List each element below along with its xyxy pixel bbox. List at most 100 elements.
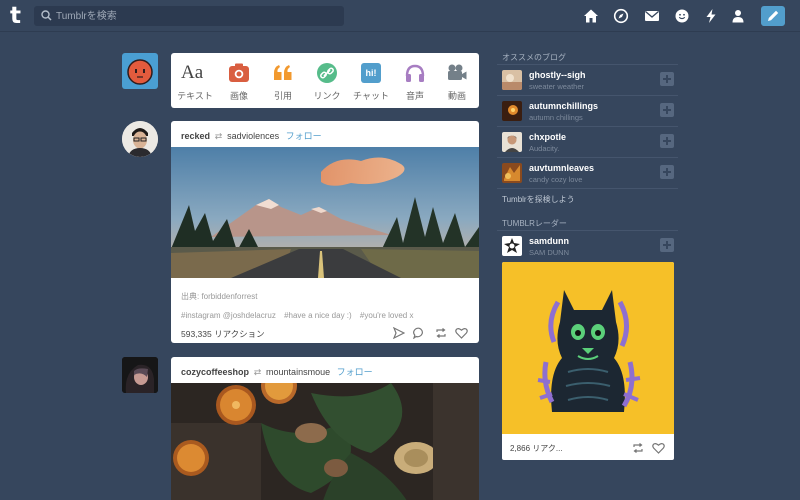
compose-button[interactable] <box>761 6 785 26</box>
composer-label-link: リンク <box>313 91 341 101</box>
chat-icon: hi! <box>361 63 381 83</box>
link-icon <box>317 63 337 83</box>
like-heart-icon[interactable] <box>455 327 468 339</box>
follow-plus-button[interactable] <box>660 72 674 86</box>
recommended-blogs-heading: オススメのブログ <box>502 53 566 62</box>
divider <box>497 188 678 189</box>
headphones-icon <box>405 64 425 82</box>
post-tag[interactable]: #you're loved x <box>360 311 414 320</box>
camera-icon <box>229 63 249 82</box>
blog-name[interactable]: auvtumnleaves <box>529 163 594 173</box>
recommended-blog-row[interactable]: autumnchillings autumn chillings <box>502 96 678 126</box>
composer-label-video: 動画 <box>447 91 466 101</box>
blog-name[interactable]: ghostly--sigh <box>529 70 586 80</box>
search-icon <box>41 10 52 21</box>
composer-label-chat: チャット <box>353 91 389 101</box>
pencil-icon <box>768 10 779 21</box>
blog-avatar <box>502 236 522 256</box>
follow-plus-button[interactable] <box>660 238 674 252</box>
blog-title: SAM DUNN <box>529 248 570 257</box>
blog-name[interactable]: samdunn <box>529 236 569 246</box>
blog-avatar <box>502 101 522 121</box>
post-author-avatar[interactable] <box>122 357 158 393</box>
search-box[interactable] <box>34 6 344 26</box>
reblogged-from-name[interactable]: mountainsmoue <box>266 367 330 377</box>
follow-link[interactable]: フォロー <box>286 131 322 141</box>
messages-smiley-icon[interactable] <box>674 8 690 24</box>
blog-avatar <box>502 132 522 152</box>
recommended-blog-row[interactable]: auvtumnleaves candy cozy love <box>502 158 678 188</box>
post-composer-bar: Aa テキスト 画像 引用 リンク hi! チャット 音声 動画 <box>171 53 479 108</box>
home-icon[interactable] <box>583 8 599 24</box>
reblog-arrow-icon: ⇄ <box>214 131 223 141</box>
radar-blog-row[interactable]: samdunn SAM DUNN <box>502 231 678 261</box>
post-author-name[interactable]: cozycoffeeshop <box>181 367 249 377</box>
share-send-icon[interactable] <box>393 327 405 339</box>
reblog-icon[interactable] <box>435 327 447 339</box>
composer-label-quote: 引用 <box>273 91 292 101</box>
post-author-avatar[interactable] <box>122 121 158 157</box>
avatar-portrait <box>122 357 158 393</box>
reblogged-from-name[interactable]: sadviolences <box>227 131 279 141</box>
post-author-name[interactable]: recked <box>181 131 210 141</box>
recommended-blog-row[interactable]: ghostly--sigh sweater weather <box>502 65 678 95</box>
post-photo-mountain-road[interactable] <box>171 147 479 278</box>
text-Aa-icon: Aa <box>181 62 204 83</box>
composer-label-text: テキスト <box>177 91 213 101</box>
radar-heading: TUMBLRレーダー <box>502 219 567 228</box>
new-link-post-button[interactable]: リンク <box>305 53 349 108</box>
radar-post-card: 2,866 リアク... <box>502 262 674 460</box>
blog-avatar <box>502 163 522 183</box>
recommended-blog-row[interactable]: chxpotle Audacity. <box>502 127 678 157</box>
post-tag[interactable]: #instagram @joshdelacruz <box>181 311 276 320</box>
post-source[interactable]: 出典: forbiddenforrest <box>181 291 257 302</box>
my-blog-avatar[interactable] <box>122 53 158 89</box>
blog-title: candy cozy love <box>529 175 583 184</box>
post-photo-oranges-pine[interactable] <box>171 383 479 500</box>
new-video-post-button[interactable]: 動画 <box>435 53 479 108</box>
post-header: recked ⇄ sadviolences フォロー <box>181 129 322 143</box>
post-header: cozycoffeeshop ⇄ mountainsmoue フォロー <box>181 365 373 379</box>
explore-compass-icon[interactable] <box>613 8 629 24</box>
quote-icon <box>274 65 292 80</box>
like-heart-icon[interactable] <box>652 442 665 454</box>
radar-post-image-cat-illustration[interactable] <box>502 262 674 434</box>
avatar-portrait <box>122 121 158 157</box>
avatar-illustration <box>127 59 153 85</box>
blog-title: Audacity. <box>529 144 560 153</box>
new-text-post-button[interactable]: Aa テキスト <box>173 53 217 108</box>
post-actions <box>393 327 473 341</box>
radar-notes-count[interactable]: 2,866 リアク... <box>510 443 563 454</box>
tumblr-logo[interactable]: t <box>10 5 26 28</box>
post-tag[interactable]: #have a nice day :) <box>284 311 352 320</box>
follow-plus-button[interactable] <box>660 103 674 117</box>
dashboard-post: recked ⇄ sadviolences フォロー 出典: forbidden… <box>171 121 479 343</box>
follow-plus-button[interactable] <box>660 165 674 179</box>
reblog-arrow-icon: ⇄ <box>253 367 262 377</box>
new-audio-post-button[interactable]: 音声 <box>393 53 437 108</box>
follow-link[interactable]: フォロー <box>337 367 373 377</box>
dashboard-post: cozycoffeeshop ⇄ mountainsmoue フォロー <box>171 357 479 500</box>
blog-title: autumn chillings <box>529 113 583 122</box>
reply-bubble-icon[interactable] <box>413 327 425 339</box>
new-photo-post-button[interactable]: 画像 <box>217 53 261 108</box>
blog-avatar <box>502 70 522 90</box>
inbox-mail-icon[interactable] <box>644 8 660 24</box>
blog-name[interactable]: autumnchillings <box>529 101 598 111</box>
composer-label-audio: 音声 <box>405 91 424 101</box>
reblog-icon[interactable] <box>632 442 644 454</box>
top-navigation-bar: t <box>0 0 800 32</box>
search-input[interactable] <box>56 6 336 26</box>
new-quote-post-button[interactable]: 引用 <box>261 53 305 108</box>
activity-bolt-icon[interactable] <box>703 8 719 24</box>
follow-plus-button[interactable] <box>660 134 674 148</box>
blog-title: sweater weather <box>529 82 585 91</box>
explore-tumblr-link[interactable]: Tumblrを探検しよう <box>502 194 575 205</box>
account-person-icon[interactable] <box>730 8 746 24</box>
composer-label-photo: 画像 <box>229 91 248 101</box>
new-chat-post-button[interactable]: hi! チャット <box>349 53 393 108</box>
post-tags: #instagram @joshdelacruz #have a nice da… <box>181 311 419 320</box>
video-camera-icon <box>448 64 467 80</box>
post-notes-count[interactable]: 593,335 リアクション <box>181 328 265 340</box>
blog-name[interactable]: chxpotle <box>529 132 566 142</box>
